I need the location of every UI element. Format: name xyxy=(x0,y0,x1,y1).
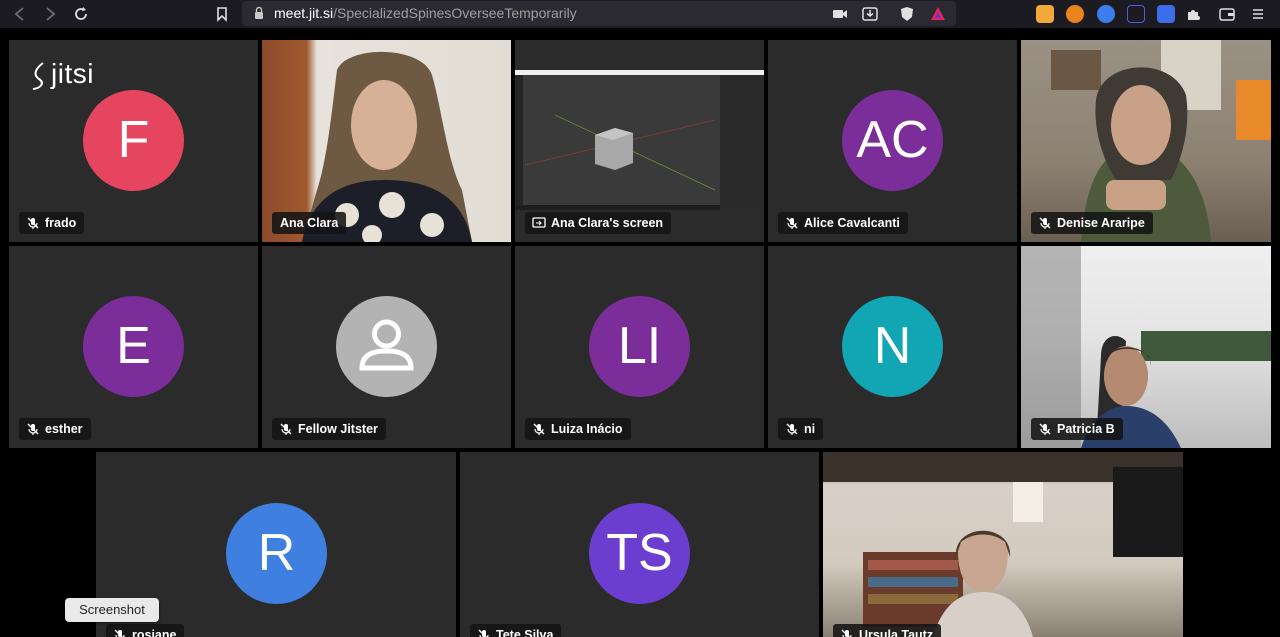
participant-tile-frado[interactable]: jitsi F frado xyxy=(9,40,258,242)
name-tag: Ana Clara xyxy=(272,212,347,234)
avatar: LI xyxy=(589,296,690,397)
brave-rewards-icon[interactable] xyxy=(928,4,948,24)
forward-icon[interactable] xyxy=(40,4,60,24)
mic-muted-icon xyxy=(27,423,39,435)
jitsi-logo: jitsi xyxy=(29,58,94,91)
chat-icon[interactable] xyxy=(1127,5,1145,23)
participant-tile-fellow-jitster[interactable]: Fellow Jitster xyxy=(262,246,511,448)
mic-muted-icon xyxy=(786,217,798,229)
mic-muted-icon xyxy=(786,423,798,435)
url-text: meet.jit.si/SpecializedSpinesOverseeTemp… xyxy=(274,5,577,21)
avatar: N xyxy=(842,296,943,397)
name-tag: Denise Araripe xyxy=(1031,212,1153,234)
name-tag: Alice Cavalcanti xyxy=(778,212,908,234)
mic-muted-icon xyxy=(533,423,545,435)
participant-tile-ni[interactable]: N ni xyxy=(768,246,1017,448)
name-tag: frado xyxy=(19,212,85,234)
mic-muted-icon xyxy=(478,629,489,637)
participant-tile-ursula-tautz[interactable]: Ursula Tautz xyxy=(823,452,1183,637)
avatar xyxy=(336,296,437,397)
sync-icon[interactable] xyxy=(1097,5,1115,23)
screenshot-tooltip: Screenshot xyxy=(65,598,159,622)
install-icon[interactable] xyxy=(860,4,880,24)
participant-tile-tete-silva[interactable]: TS Tete Silva xyxy=(460,452,819,637)
mic-muted-icon xyxy=(27,217,39,229)
extension-icon[interactable] xyxy=(1036,5,1054,23)
participant-video xyxy=(823,452,1183,637)
wallet-icon[interactable] xyxy=(1217,4,1237,24)
name-tag: Ursula Tautz xyxy=(833,624,942,637)
puzzle-ext-icon[interactable] xyxy=(1157,5,1175,23)
participant-tile-ana-clara[interactable]: Ana Clara xyxy=(262,40,511,242)
participant-tile-patricia-b[interactable]: Patricia B xyxy=(1021,246,1271,448)
mic-muted-icon xyxy=(114,629,125,637)
name-tag: esther xyxy=(19,418,91,440)
mic-muted-icon xyxy=(1039,217,1051,229)
name-tag: rosiane xyxy=(106,624,185,637)
camera-icon[interactable] xyxy=(830,4,850,24)
back-icon[interactable] xyxy=(10,4,30,24)
browser-toolbar: meet.jit.si/SpecializedSpinesOverseeTemp… xyxy=(0,0,1280,28)
extensions-icon[interactable] xyxy=(1184,4,1204,24)
mic-muted-icon xyxy=(841,629,852,637)
avatar: F xyxy=(83,90,184,191)
participant-tile-esther[interactable]: E esther xyxy=(9,246,258,448)
person-icon xyxy=(359,319,414,371)
name-tag: Ana Clara's screen xyxy=(525,212,672,234)
brave-shield-icon[interactable] xyxy=(897,4,917,24)
name-tag: Luiza Inácio xyxy=(525,418,631,440)
name-tag: Fellow Jitster xyxy=(272,418,386,440)
mic-muted-icon xyxy=(280,423,292,435)
mic-muted-icon xyxy=(1039,423,1051,435)
screen-share-icon xyxy=(532,217,546,228)
menu-icon[interactable] xyxy=(1248,4,1268,24)
bookmark-icon[interactable] xyxy=(212,4,232,24)
participant-tile-luiza-inacio[interactable]: LI Luiza Inácio xyxy=(515,246,764,448)
lock-icon xyxy=(255,6,263,19)
avatar: R xyxy=(226,503,327,604)
screen-share-tile[interactable]: Ana Clara's screen xyxy=(515,40,764,242)
name-tag: ni xyxy=(778,418,824,440)
participant-tile-alice-cavalcanti[interactable]: AC Alice Cavalcanti xyxy=(768,40,1017,242)
avatar: TS xyxy=(589,503,690,604)
participant-tile-denise-araripe[interactable]: Denise Araripe xyxy=(1021,40,1271,242)
reload-icon[interactable] xyxy=(71,4,91,24)
avatar: AC xyxy=(842,90,943,191)
avatar: E xyxy=(83,296,184,397)
jitsi-logo-icon xyxy=(32,61,44,90)
metamask-icon[interactable] xyxy=(1066,5,1084,23)
name-tag: Patricia B xyxy=(1031,418,1123,440)
name-tag: Tete Silva xyxy=(470,624,562,637)
